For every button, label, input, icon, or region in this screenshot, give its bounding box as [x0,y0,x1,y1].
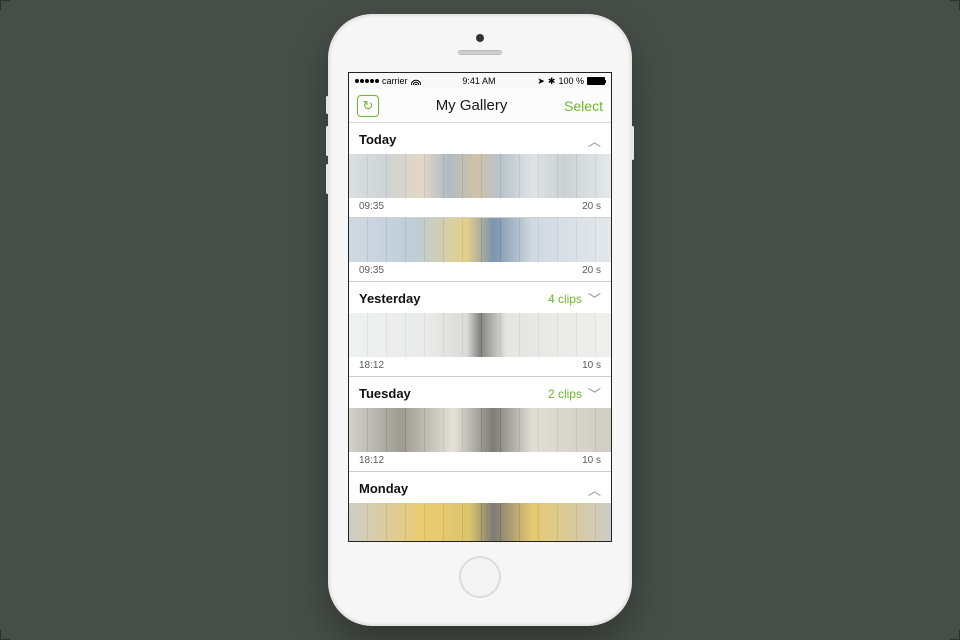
clip-item[interactable]: 18:12 10 s [349,313,611,376]
clip-item[interactable]: 18:10HD • 10 s [349,503,611,541]
clip-time: 18:12 [359,455,384,466]
chevron-up-icon[interactable]: ︿ [588,131,601,150]
clock: 9:41 AM [462,76,495,86]
clip-meta: 09:35 20 s [349,198,611,217]
chevron-down-icon[interactable]: ﹀ [588,384,601,403]
nav-bar: ↻ My Gallery Select [349,89,611,123]
volume-down-button [326,164,329,194]
clips-count: 4 clips [548,292,582,306]
clip-duration: 20 s [582,201,601,212]
clip-time: 09:35 [359,265,384,276]
select-button[interactable]: Select [564,98,603,114]
bluetooth-icon: ✱ [548,76,556,87]
phone-frame: carrier 9:41 AM ➤ ✱ 100 % ↻ My Gallery S… [330,16,630,624]
section-header[interactable]: Today ︿ [349,123,611,154]
wifi-icon [411,77,421,85]
location-icon: ➤ [537,76,545,87]
section-header[interactable]: Yesterday 4 clips ﹀ [349,282,611,313]
clip-thumbnail[interactable] [349,154,611,198]
clip-duration: 20 s [582,265,601,276]
clip-thumbnail[interactable] [349,218,611,262]
clip-time: 09:35 [359,201,384,212]
section-right: ︿ [588,479,601,498]
clip-duration: 10 s [582,455,601,466]
status-bar: carrier 9:41 AM ➤ ✱ 100 % [349,73,611,89]
clip-duration: 10 s [582,360,601,371]
front-camera [476,34,484,42]
section-header[interactable]: Monday ︿ [349,472,611,503]
section-right: 2 clips ﹀ [548,384,601,403]
clip-item[interactable]: 09:35 20 s [349,218,611,281]
battery-percent: 100 % [558,76,584,86]
clip-thumbnail[interactable] [349,503,611,541]
section-header[interactable]: Tuesday 2 clips ﹀ [349,377,611,408]
back-button[interactable]: ↻ [357,95,379,117]
clip-time: 18:12 [359,360,384,371]
clips-count: 2 clips [548,387,582,401]
home-button[interactable] [459,556,501,598]
clip-meta: 18:12 10 s [349,452,611,471]
chevron-up-icon[interactable]: ︿ [588,480,601,499]
screen: carrier 9:41 AM ➤ ✱ 100 % ↻ My Gallery S… [348,72,612,542]
clip-thumbnail[interactable] [349,408,611,452]
silence-switch [326,96,329,114]
volume-up-button [326,126,329,156]
earpiece [458,50,502,55]
gallery-content[interactable]: Today ︿ 09:35 20 s 09:35 20 s Yesterday 4 clips… [349,123,611,541]
clip-item[interactable]: 09:35 20 s [349,154,611,217]
phone-top [458,16,502,72]
battery-icon [587,77,605,85]
page-title: My Gallery [436,97,508,114]
clip-meta: 09:35 20 s [349,262,611,281]
signal-dots-icon [355,79,379,83]
section-title: Tuesday [359,386,411,401]
clip-meta: 18:12 10 s [349,357,611,376]
chevron-down-icon[interactable]: ﹀ [588,289,601,308]
back-arrow-icon: ↻ [363,98,374,114]
clip-thumbnail[interactable] [349,313,611,357]
carrier-label: carrier [382,76,408,86]
power-button [631,126,634,160]
section-title: Today [359,132,396,147]
section-title: Yesterday [359,291,420,306]
section-title: Monday [359,481,408,496]
section-right: ︿ [588,130,601,149]
section-right: 4 clips ﹀ [548,289,601,308]
clip-item[interactable]: 18:12 10 s [349,408,611,471]
